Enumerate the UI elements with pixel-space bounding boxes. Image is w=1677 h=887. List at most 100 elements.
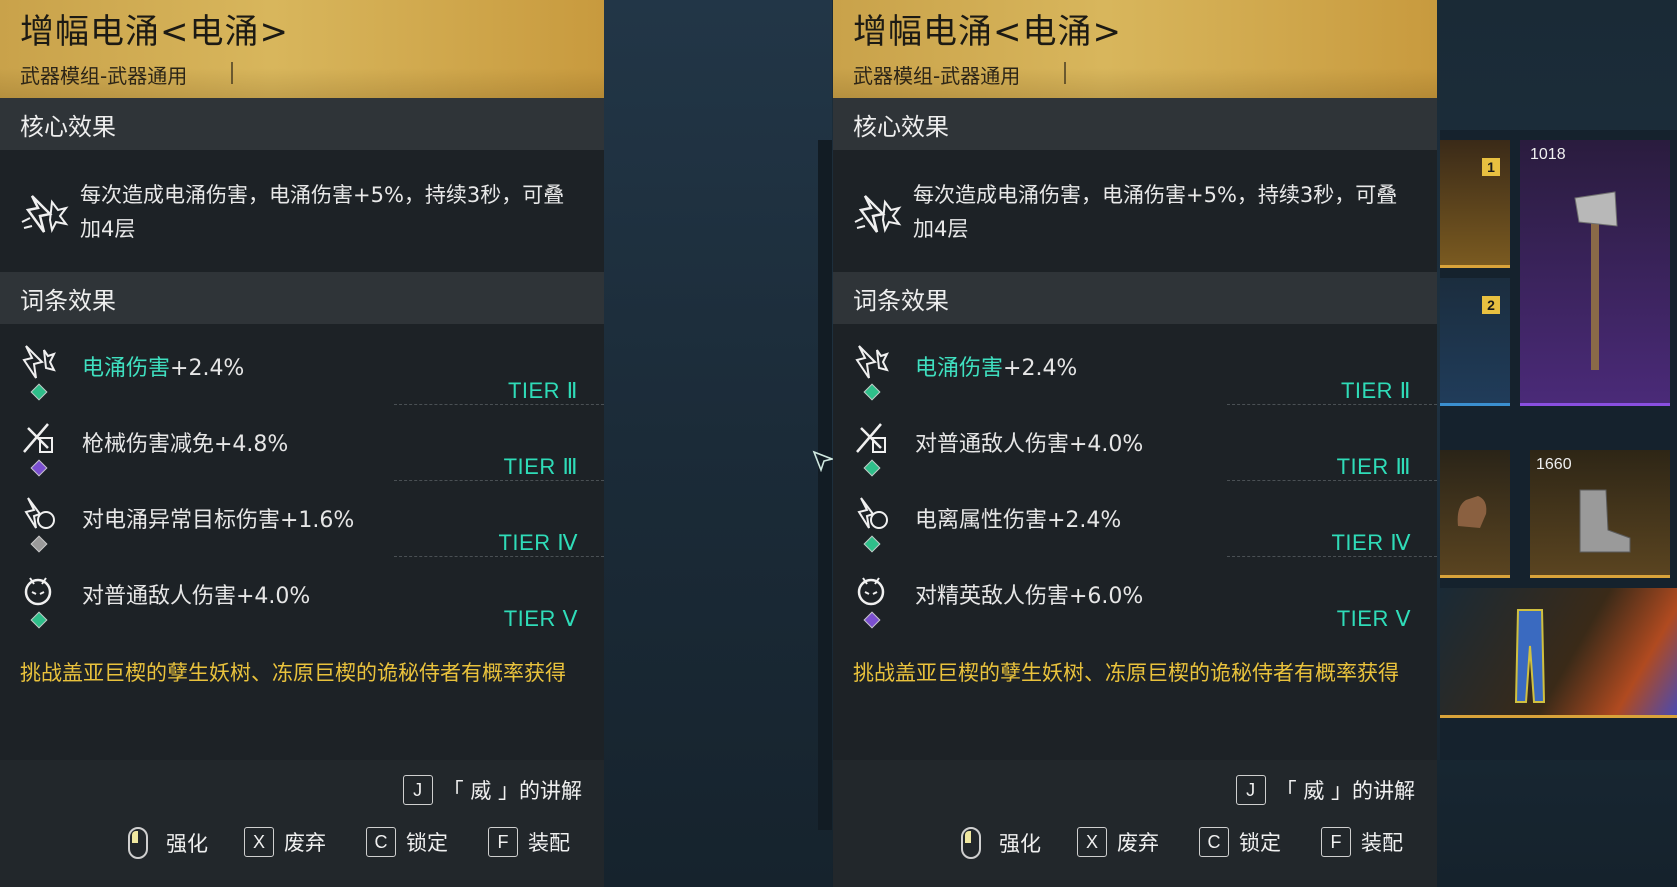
action-bar: J 「 威 」的讲解 强化 X 废弃 C 锁定 F 装配 [0, 760, 604, 887]
affix-tier: TIER Ⅲ [503, 454, 578, 479]
slot-number-badge: 1 [1482, 158, 1500, 176]
key-c-icon: C [1199, 827, 1229, 857]
1con0 [855, 345, 889, 379]
rarity-gem-icon [30, 383, 48, 401]
mouse-icon [961, 827, 981, 859]
discard-label: 废弃 [284, 831, 326, 855]
divider [394, 404, 604, 405]
slot-number-badge: 2 [1482, 296, 1500, 314]
divider [1064, 62, 1066, 84]
affix-text: 对精英敌人伤害+6.0% [915, 578, 1143, 610]
rarity-gem-icon [863, 383, 881, 401]
explain-label: 「 威 」的讲解 [1275, 779, 1415, 803]
0con2 [24, 497, 55, 529]
0con0 [22, 345, 56, 379]
inventory-slot-boots[interactable]: 1660 [1530, 450, 1670, 578]
divider [394, 480, 604, 481]
explain-button[interactable]: J 「 威 」的讲解 [1235, 775, 1415, 805]
affix-value: +2.4% [170, 356, 245, 381]
equip-button[interactable]: F 装配 [488, 827, 570, 857]
item-title: 增幅电涌<电涌> [20, 12, 289, 52]
enhance-button[interactable]: 强化 [961, 827, 1041, 859]
rarity-gem-icon [863, 459, 881, 477]
inventory-slot-pants[interactable] [1440, 588, 1677, 718]
affix-list: 电涌伤害+2.4% TIER Ⅱ 对普通敌人伤害+4.0% TIER Ⅲ 电离属… [833, 324, 1437, 654]
affix-row[interactable]: 对电涌异常目标伤害+1.6% TIER Ⅳ [0, 492, 604, 572]
lock-button[interactable]: C 锁定 [366, 827, 448, 857]
affix-effect-header: 词条效果 [833, 272, 1437, 324]
discard-button[interactable]: X 废弃 [244, 827, 326, 857]
item-title: 增幅电涌<电涌> [853, 12, 1122, 52]
mouse-icon [128, 827, 148, 859]
action-bar: J 「 威 」的讲解 强化 X 废弃 C 锁定 F 装配 [833, 760, 1437, 887]
background-divider [818, 140, 832, 830]
inventory-slot-1[interactable]: 1 [1440, 140, 1510, 268]
surge-icon [854, 195, 902, 234]
affix-value: 对精英敌人伤害+6.0% [915, 584, 1144, 609]
explain-button[interactable]: J 「 威 」的讲解 [402, 775, 582, 805]
affix-text: 对电涌异常目标伤害+1.6% [82, 502, 354, 534]
item-power-value: 1018 [1530, 146, 1566, 163]
affix-text: 对普通敌人伤害+4.0% [82, 578, 310, 610]
0con1 [23, 423, 53, 453]
affix-tier: TIER Ⅴ [1336, 606, 1411, 631]
equip-label: 装配 [528, 831, 570, 855]
enhance-label: 强化 [166, 832, 208, 856]
divider [394, 556, 604, 557]
affix-row[interactable]: 电离属性伤害+2.4% TIER Ⅳ [833, 492, 1437, 572]
enhance-button[interactable]: 强化 [128, 827, 208, 859]
affix-text: 电涌伤害+2.4% [82, 350, 244, 382]
affix-effect-header: 词条效果 [0, 272, 604, 324]
affix-text: 电涌伤害+2.4% [915, 350, 1077, 382]
affix-value: 对普通敌人伤害+4.0% [915, 432, 1144, 457]
rarity-gem-icon [30, 535, 48, 553]
affix-tier: TIER Ⅱ [1340, 378, 1411, 403]
item-category: 武器模组-武器通用 [853, 64, 1021, 88]
core-effect-header: 核心效果 [833, 98, 1437, 150]
affix-row[interactable]: 电涌伤害+2.4% TIER Ⅱ [833, 340, 1437, 420]
rarity-gem-icon [30, 459, 48, 477]
core-effect-text: 每次造成电涌伤害，电涌伤害+5%，持续3秒，可叠加4层 [80, 183, 565, 241]
affix-tier: TIER Ⅳ [1331, 530, 1411, 555]
equip-button[interactable]: F 装配 [1321, 827, 1403, 857]
surge-icon [21, 195, 69, 234]
item-category: 武器模组-武器通用 [20, 64, 188, 88]
discard-label: 废弃 [1117, 831, 1159, 855]
discard-button[interactable]: X 废弃 [1077, 827, 1159, 857]
item-header: 增幅电涌<电涌> 武器模组-武器通用 [833, 0, 1437, 98]
item-header: 增幅电涌<电涌> 武器模组-武器通用 [0, 0, 604, 98]
background-gap [604, 0, 832, 887]
item-power-value: 1660 [1536, 456, 1572, 473]
affix-row[interactable]: 对普通敌人伤害+4.0% TIER Ⅴ [0, 568, 604, 648]
affix-value: 电离属性伤害+2.4% [915, 508, 1122, 533]
rarity-gem-icon [30, 611, 48, 629]
affix-list: 电涌伤害+2.4% TIER Ⅱ 枪械伤害减免+4.8% TIER Ⅲ 对电涌异… [0, 324, 604, 654]
inventory-slot-2[interactable]: 2 [1440, 278, 1510, 406]
divider [1227, 556, 1437, 557]
affix-row[interactable]: 枪械伤害减免+4.8% TIER Ⅲ [0, 416, 604, 496]
key-x-icon: X [244, 827, 274, 857]
core-effect-header: 核心效果 [0, 98, 604, 150]
drop-source-text: 挑战盖亚巨楔的孽生妖树、冻原巨楔的诡秘侍者有概率获得 [20, 661, 566, 685]
cursor-icon [812, 450, 834, 472]
lock-label: 锁定 [1239, 831, 1281, 855]
pants-icon [1514, 609, 1546, 703]
1con1 [856, 423, 886, 453]
core-effect-text: 每次造成电涌伤害，电涌伤害+5%，持续3秒，可叠加4层 [913, 183, 1398, 241]
affix-row[interactable]: 对普通敌人伤害+4.0% TIER Ⅲ [833, 416, 1437, 496]
affix-row[interactable]: 对精英敌人伤害+6.0% TIER Ⅴ [833, 568, 1437, 648]
equip-label: 装配 [1361, 831, 1403, 855]
inventory-slot-gloves[interactable] [1440, 450, 1510, 578]
key-f-icon: F [488, 827, 518, 857]
affix-tier: TIER Ⅴ [503, 606, 578, 631]
divider [1227, 480, 1437, 481]
explain-label: 「 威 」的讲解 [442, 779, 582, 803]
affix-text: 对普通敌人伤害+4.0% [915, 426, 1143, 458]
affix-row[interactable]: 电涌伤害+2.4% TIER Ⅱ [0, 340, 604, 420]
key-c-icon: C [366, 827, 396, 857]
gloves-icon [1457, 496, 1487, 528]
lock-label: 锁定 [406, 831, 448, 855]
inventory-slot-axe[interactable]: 1018 [1520, 140, 1670, 406]
lock-button[interactable]: C 锁定 [1199, 827, 1281, 857]
affix-tier: TIER Ⅲ [1336, 454, 1411, 479]
